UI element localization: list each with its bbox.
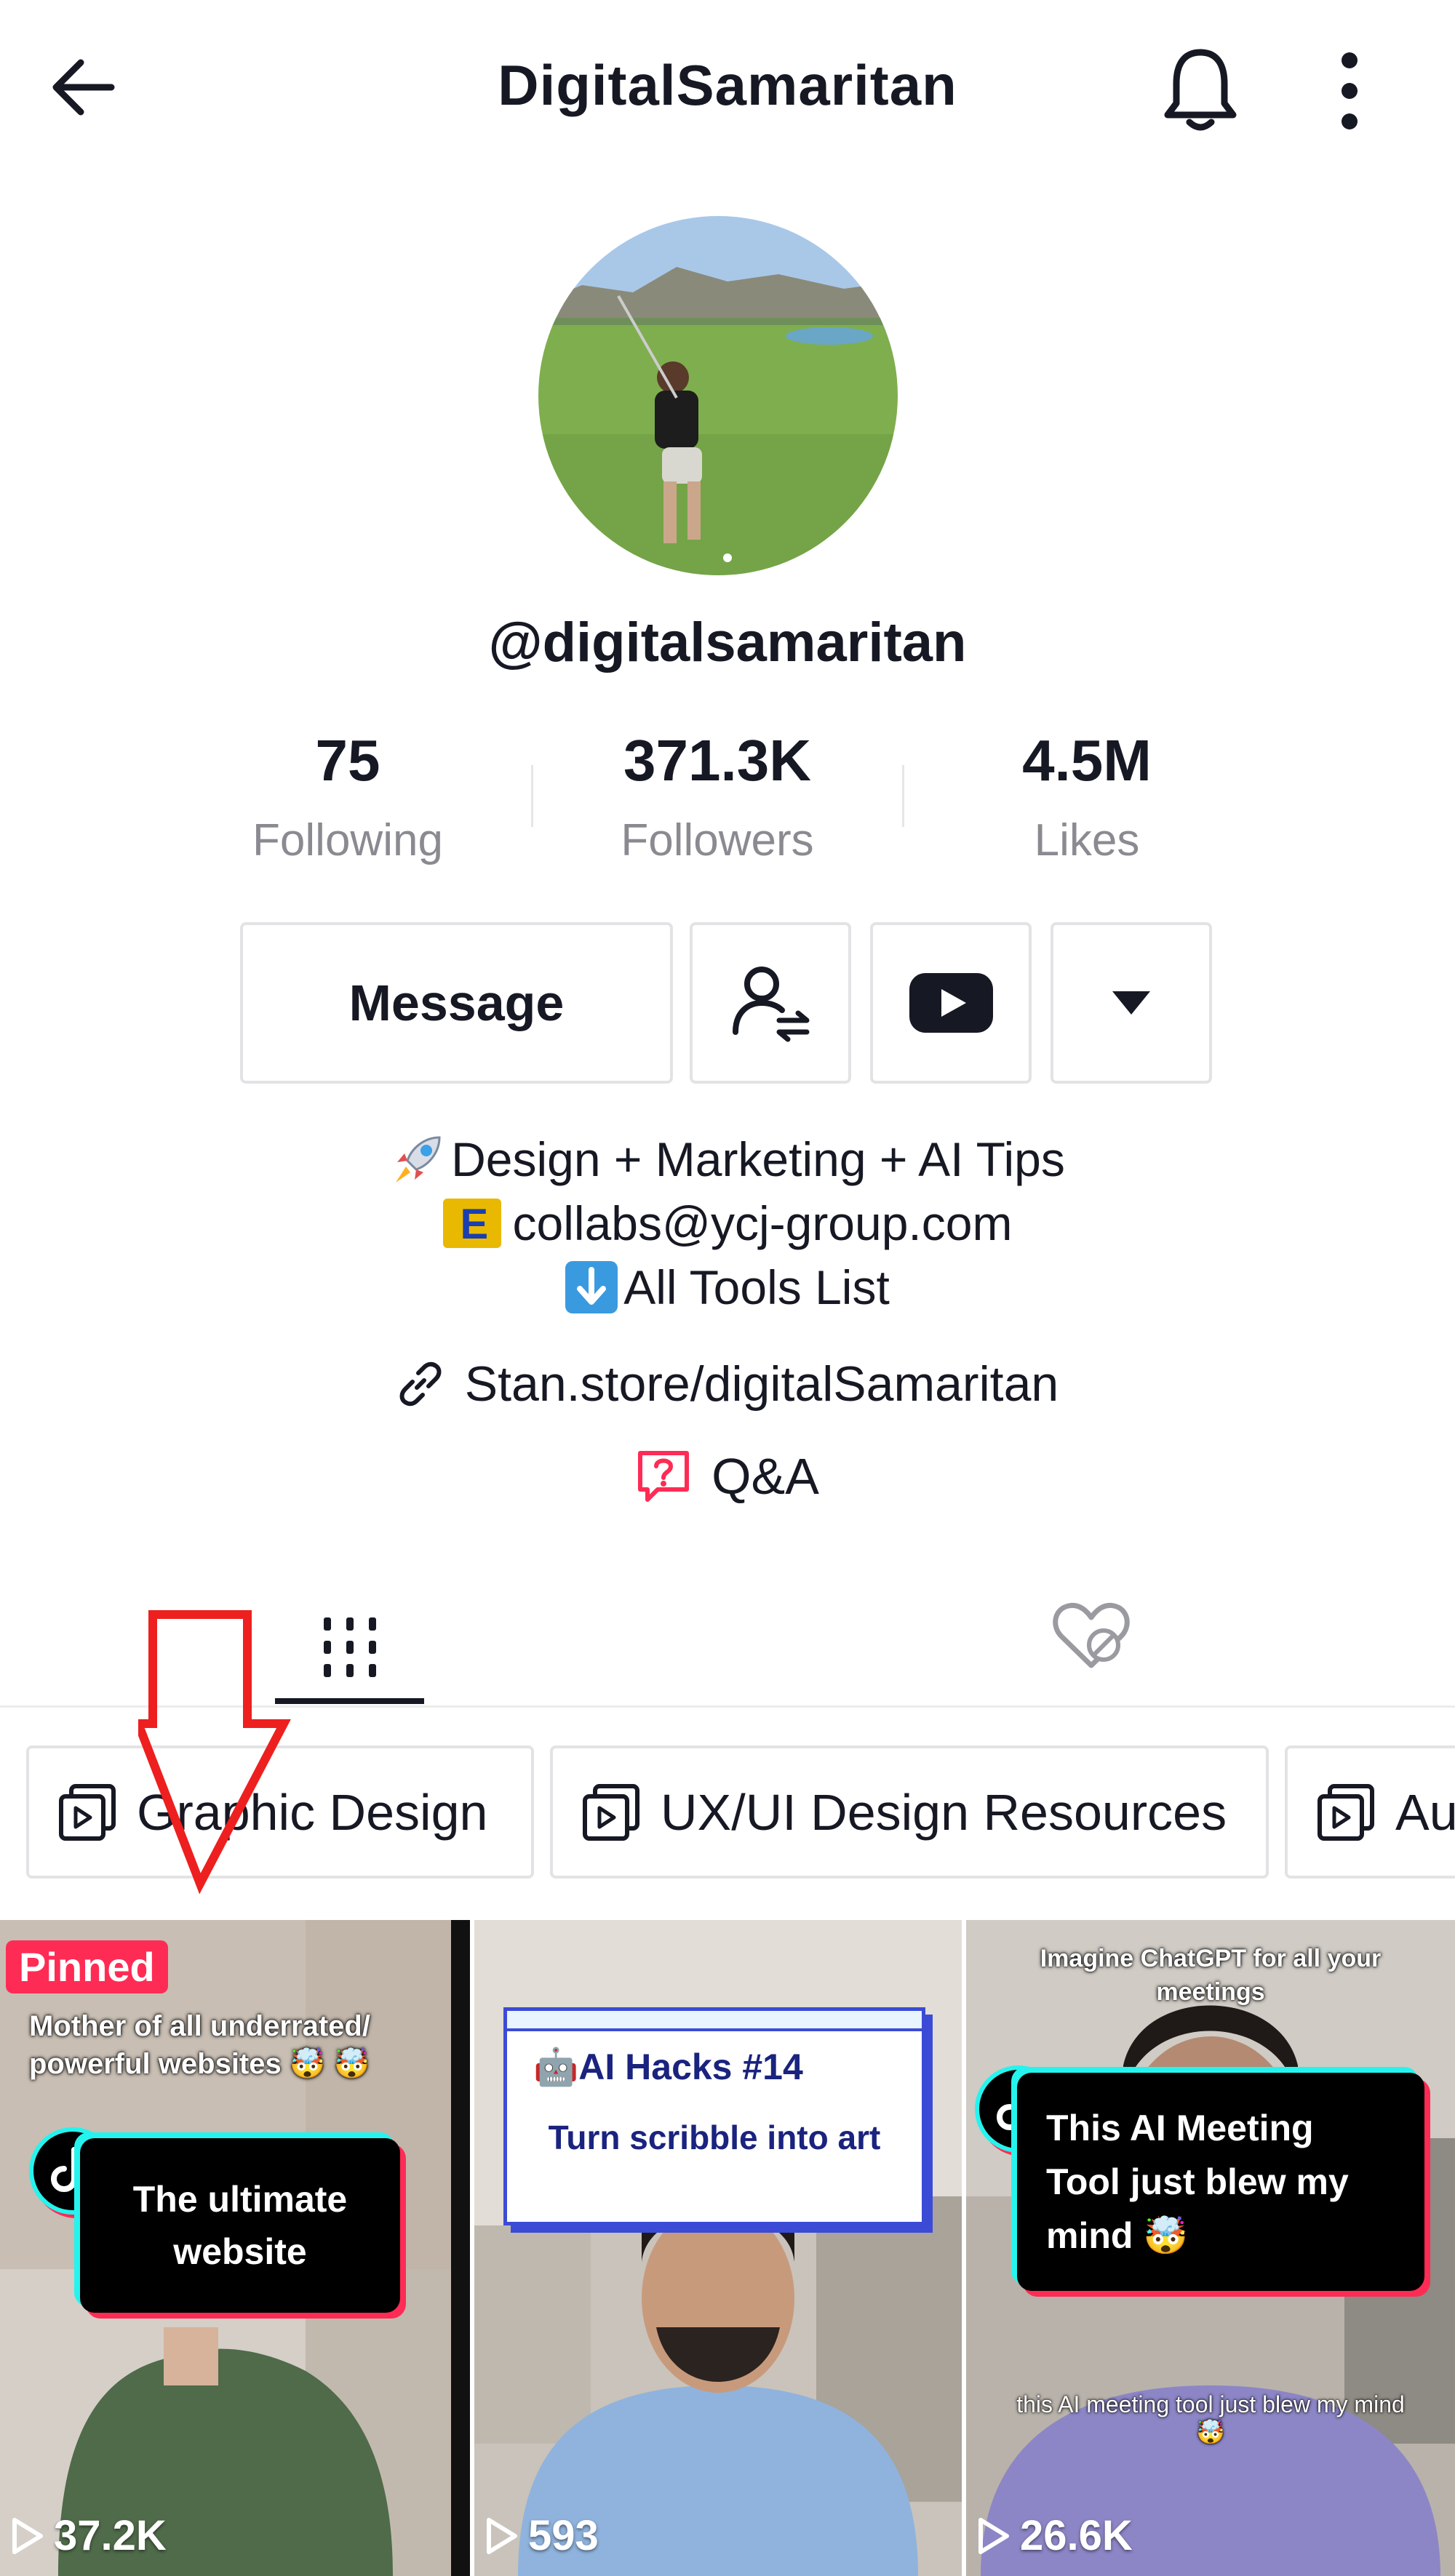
grid-icon bbox=[323, 1617, 376, 1677]
playlist-chip-graphic-design[interactable]: Graphic Design bbox=[26, 1745, 534, 1879]
view-count: 26.6K bbox=[976, 2511, 1133, 2560]
username: @digitalsamaritan bbox=[488, 612, 967, 673]
tab-liked[interactable] bbox=[1033, 1585, 1149, 1687]
tab-divider bbox=[0, 1705, 1455, 1708]
more-actions-button[interactable] bbox=[1051, 922, 1212, 1084]
view-count-value: 593 bbox=[528, 2512, 599, 2559]
profile-bio: Design + Marketing + AI Tips E collabs@y… bbox=[0, 1127, 1455, 1319]
link-icon bbox=[399, 1361, 442, 1407]
video-thumbnail[interactable]: Pinned Mother of all underrated/ powerfu… bbox=[0, 1920, 470, 2576]
youtube-icon bbox=[909, 973, 993, 1033]
video-card-text: The ultimate website bbox=[80, 2138, 400, 2313]
pinned-badge: Pinned bbox=[6, 1940, 168, 1993]
playlist-label: Au bbox=[1395, 1783, 1455, 1841]
more-vertical-icon bbox=[1342, 52, 1358, 68]
profile-header: DigitalSamaritan bbox=[0, 0, 1455, 178]
profile-link[interactable]: Stan.store/digitalSamaritan bbox=[0, 1356, 1455, 1412]
avatar-image bbox=[538, 216, 898, 575]
stat-followers[interactable]: 371.3K Followers bbox=[565, 727, 870, 866]
video-card-text: This AI Meeting Tool just blew my mind 🤯 bbox=[1017, 2073, 1424, 2291]
video-caption: Mother of all underrated/ powerful websi… bbox=[29, 2010, 370, 2080]
stat-divider bbox=[531, 765, 533, 827]
message-button[interactable]: Message bbox=[240, 922, 673, 1084]
question-bubble-icon bbox=[638, 1451, 690, 1502]
view-count-value: 37.2K bbox=[54, 2512, 167, 2559]
heart-hidden-icon bbox=[1053, 1602, 1130, 1668]
stat-label: Following bbox=[252, 815, 443, 865]
qa-text[interactable]: Q&A bbox=[711, 1447, 819, 1505]
playlist-label: Graphic Design bbox=[137, 1783, 488, 1841]
play-outline-icon bbox=[487, 2517, 517, 2554]
video-card-title: 🤖AI Hacks #14 bbox=[533, 2047, 803, 2087]
video-caption: Imagine ChatGPT for all your meetings bbox=[1040, 1945, 1382, 2006]
stat-value: 4.5M bbox=[1022, 728, 1152, 793]
playlist-icon bbox=[583, 1783, 639, 1841]
caret-down-icon bbox=[1112, 991, 1150, 1015]
video-caption-bottom: this AI meeting tool just blew my mind🤯 bbox=[1016, 2391, 1405, 2445]
video-card-subtitle: Turn scribble into art bbox=[548, 2119, 881, 2156]
playlist-icon bbox=[59, 1783, 116, 1841]
video-card: 🤖AI Hacks #14 Turn scribble into art bbox=[503, 2007, 925, 2225]
qa-link[interactable]: Q&A bbox=[0, 1447, 1455, 1505]
view-count: 37.2K bbox=[10, 2511, 167, 2560]
bio-line-2: E collabs@ycj-group.com bbox=[0, 1191, 1455, 1255]
bio-text-1: Design + Marketing + AI Tips bbox=[451, 1132, 1065, 1186]
notifications-button[interactable] bbox=[1157, 40, 1244, 138]
play-outline-icon bbox=[978, 2517, 1009, 2554]
bio-line-3: All Tools List bbox=[0, 1255, 1455, 1319]
e-letter: E bbox=[460, 1201, 489, 1248]
stat-value: 75 bbox=[315, 728, 380, 793]
person-swap-icon bbox=[733, 967, 810, 1042]
tab-videos[interactable] bbox=[275, 1585, 424, 1709]
avatar[interactable] bbox=[538, 216, 898, 575]
video-thumbnail[interactable]: Imagine ChatGPT for all your meetings Th… bbox=[966, 1920, 1455, 2576]
e-mail-icon: E bbox=[442, 1199, 501, 1248]
rocket-icon bbox=[396, 1136, 441, 1183]
playlist-chip-third[interactable]: Au bbox=[1285, 1745, 1455, 1879]
tab-active-indicator bbox=[275, 1698, 424, 1704]
link-text[interactable]: Stan.store/digitalSamaritan bbox=[465, 1356, 1059, 1412]
stat-likes[interactable]: 4.5M Likes bbox=[934, 727, 1240, 866]
playlist-label: UX/UI Design Resources bbox=[661, 1783, 1227, 1841]
friend-suggestions-button[interactable] bbox=[690, 922, 851, 1084]
video-thumbnail[interactable]: 🤖AI Hacks #14 Turn scribble into art 593 bbox=[474, 1920, 962, 2576]
youtube-button[interactable] bbox=[870, 922, 1032, 1084]
bio-line-1: Design + Marketing + AI Tips bbox=[0, 1127, 1455, 1191]
play-outline-icon bbox=[12, 2517, 43, 2554]
arrow-down-box-icon bbox=[565, 1261, 618, 1313]
more-options-button[interactable] bbox=[1310, 44, 1390, 138]
stat-value: 371.3K bbox=[623, 728, 811, 793]
playlist-chip-uxui[interactable]: UX/UI Design Resources bbox=[550, 1745, 1269, 1879]
bell-icon bbox=[1164, 49, 1237, 131]
bio-text-3: All Tools List bbox=[623, 1260, 890, 1314]
stat-label: Likes bbox=[1034, 815, 1140, 865]
stat-divider bbox=[902, 765, 904, 827]
playlist-icon bbox=[1318, 1783, 1374, 1841]
bio-email[interactable]: collabs@ycj-group.com bbox=[513, 1191, 1013, 1255]
stat-label: Followers bbox=[621, 815, 814, 865]
view-count: 593 bbox=[485, 2511, 599, 2560]
stat-following[interactable]: 75 Following bbox=[195, 727, 501, 866]
view-count-value: 26.6K bbox=[1020, 2512, 1133, 2559]
